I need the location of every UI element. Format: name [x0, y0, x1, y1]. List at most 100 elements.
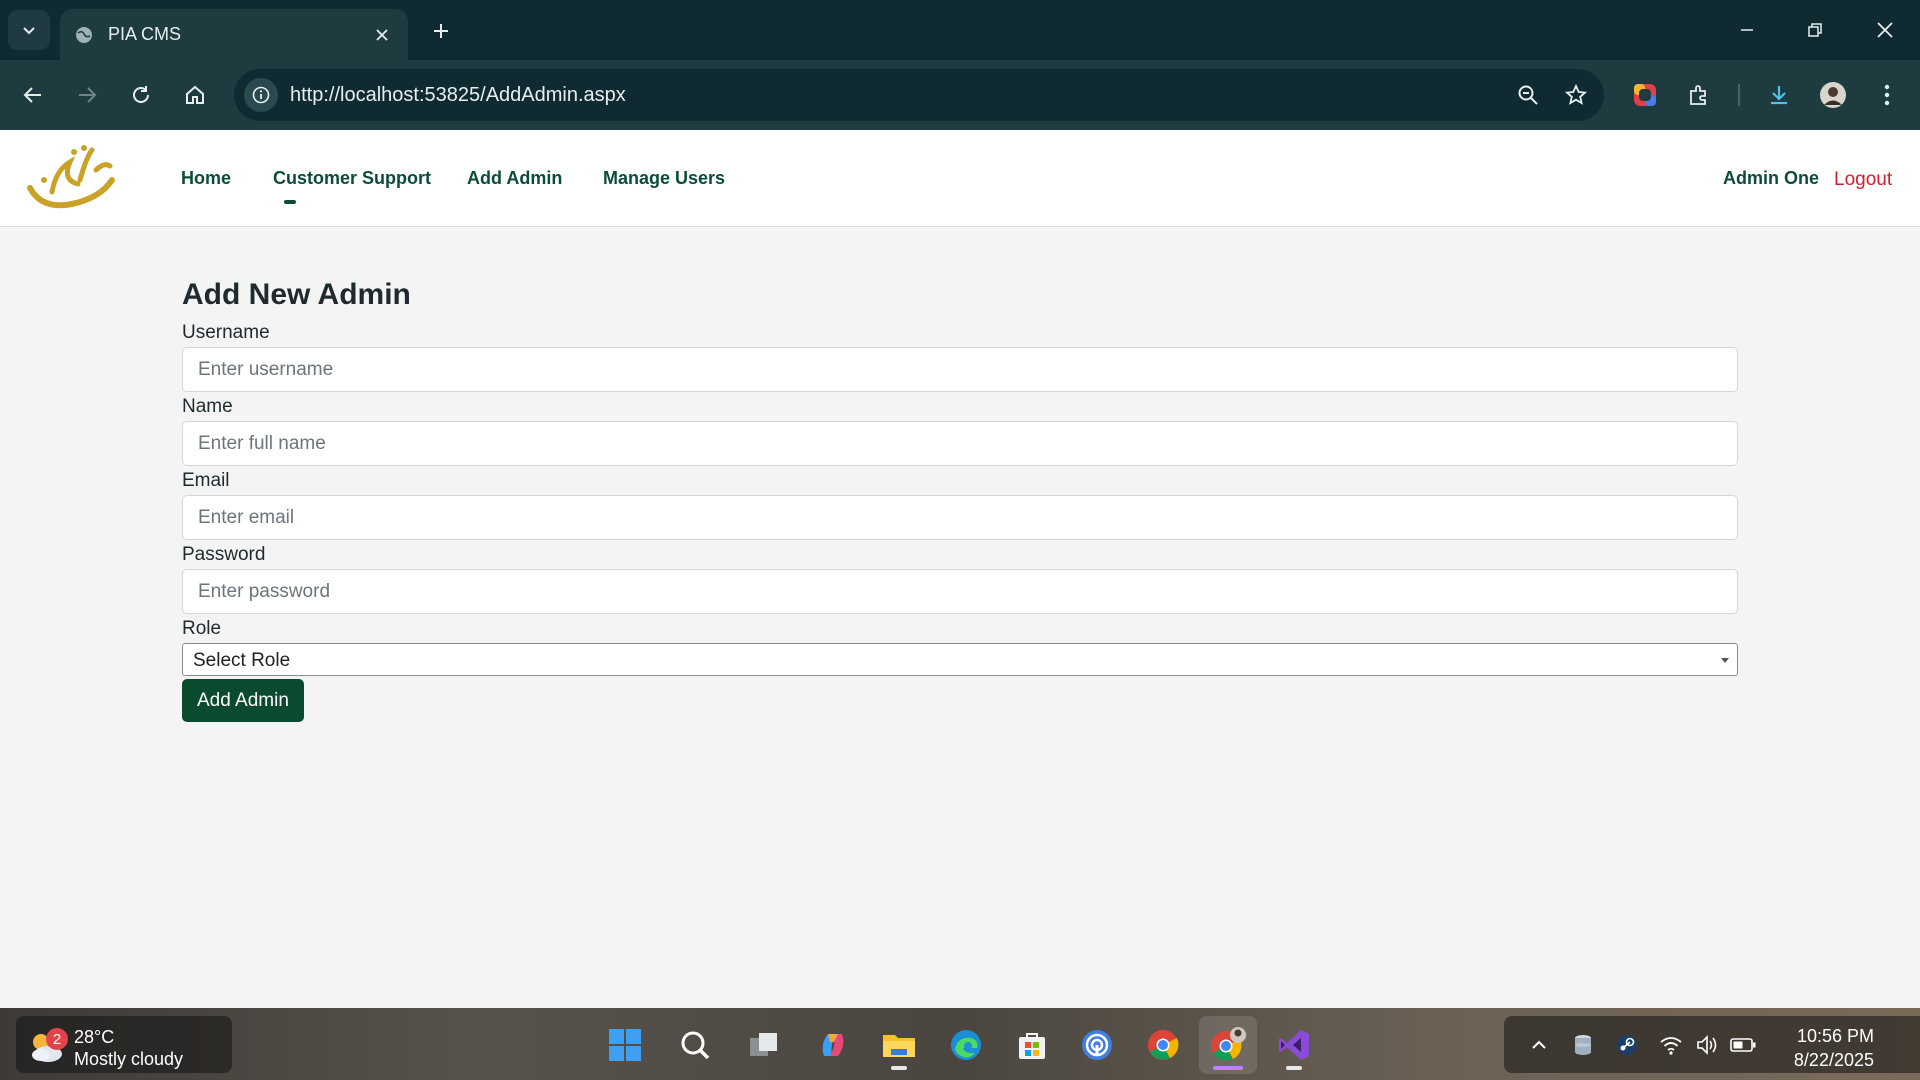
steam-tray-button[interactable]	[1614, 1032, 1640, 1058]
running-indicator	[891, 1066, 907, 1070]
battery-button[interactable]	[1730, 1032, 1756, 1058]
password-input[interactable]	[182, 569, 1738, 614]
username-label: Username	[182, 322, 270, 343]
site-navbar: Home Customer Support Add Admin Manage U…	[0, 130, 1920, 227]
restore-icon	[1808, 23, 1822, 37]
tab-title: PIA CMS	[108, 24, 182, 44]
system-tray: 10:56 PM 8/22/2025	[1504, 1016, 1920, 1073]
home-icon	[186, 85, 204, 104]
new-tab-button[interactable]	[426, 16, 456, 46]
browser-tab-active[interactable]: PIA CMS	[60, 9, 408, 60]
visual-studio-icon	[1279, 1030, 1309, 1060]
globe-icon	[76, 26, 92, 43]
copilot-button[interactable]	[804, 1016, 862, 1074]
home-button[interactable]	[176, 76, 214, 114]
downloads-button[interactable]	[1760, 76, 1798, 114]
close-tab-icon[interactable]	[370, 23, 394, 47]
nav-link-add-admin[interactable]: Add Admin	[467, 168, 562, 189]
weather-widget[interactable]: 2 28°C Mostly cloudy	[16, 1016, 232, 1073]
full-name-input[interactable]	[182, 421, 1738, 466]
current-user-name: Admin One	[1723, 168, 1820, 188]
profile-button[interactable]	[1814, 76, 1852, 114]
role-label: Role	[182, 618, 222, 639]
role-select-value: Select Role	[193, 650, 291, 671]
color-extension-button[interactable]	[1626, 76, 1664, 114]
volume-button[interactable]	[1694, 1032, 1720, 1058]
arrow-right-icon	[79, 87, 97, 103]
show-hidden-icons-button[interactable]	[1526, 1032, 1552, 1058]
active-app-indicator	[1213, 1066, 1243, 1070]
task-view-button[interactable]	[735, 1016, 793, 1074]
zoom-button[interactable]	[1508, 75, 1548, 115]
info-icon	[252, 86, 270, 104]
browser-tab-bar: PIA CMS	[0, 0, 1920, 60]
extensions-button[interactable]	[1680, 76, 1718, 114]
color-picker-extension-icon	[1634, 84, 1656, 106]
minimize-icon	[1741, 29, 1753, 31]
pia-logo[interactable]	[22, 140, 118, 216]
file-explorer-button[interactable]	[870, 1016, 928, 1074]
battery-icon	[1730, 1038, 1756, 1052]
store-icon	[1019, 1033, 1045, 1059]
windows-taskbar: 2 28°C Mostly cloudy 10:56 PM 8/22/2025	[0, 1008, 1920, 1080]
page-title: Add New Admin	[182, 278, 411, 311]
avatar-icon	[1820, 82, 1846, 108]
kebab-menu-icon	[1884, 84, 1890, 106]
close-window-button[interactable]	[1862, 12, 1908, 48]
back-button[interactable]	[14, 76, 52, 114]
address-bar[interactable]: http://localhost:53825/AddAdmin.aspx	[234, 69, 1604, 121]
toolbar-separator	[1738, 84, 1740, 106]
running-indicator	[1286, 1066, 1302, 1070]
reload-icon	[133, 86, 149, 103]
nav-link-customer-support[interactable]: Customer Support	[273, 168, 431, 189]
add-admin-button[interactable]: Add Admin	[182, 679, 304, 722]
clock-date[interactable]: 8/22/2025	[1794, 1050, 1874, 1071]
network-drive-button[interactable]	[1068, 1016, 1126, 1074]
puzzle-icon	[1690, 85, 1706, 105]
store-button[interactable]	[1003, 1016, 1061, 1074]
plus-icon	[434, 24, 448, 38]
browser-toolbar: http://localhost:53825/AddAdmin.aspx	[0, 60, 1920, 130]
file-explorer-icon	[883, 1035, 915, 1057]
chrome-button[interactable]	[1134, 1016, 1192, 1074]
minimize-button[interactable]	[1724, 12, 1770, 48]
reload-button[interactable]	[122, 76, 160, 114]
email-label: Email	[182, 470, 230, 491]
wifi-icon	[1660, 1037, 1682, 1055]
tab-search-button[interactable]	[8, 10, 50, 50]
email-input[interactable]	[182, 495, 1738, 540]
copilot-icon	[822, 1034, 844, 1056]
chevron-up-icon	[1532, 1040, 1546, 1049]
chevron-down-icon	[23, 27, 35, 35]
bookmark-button[interactable]	[1556, 75, 1596, 115]
forward-button[interactable]	[68, 76, 106, 114]
visual-studio-button[interactable]	[1265, 1016, 1323, 1074]
wifi-button[interactable]	[1658, 1032, 1684, 1058]
weather-description: Mostly cloudy	[74, 1049, 184, 1069]
restore-button[interactable]	[1792, 12, 1838, 48]
nav-link-manage-users[interactable]: Manage Users	[603, 168, 725, 189]
nav-link-home[interactable]: Home	[181, 168, 231, 189]
volume-icon	[1697, 1035, 1717, 1055]
notification-badge: 2	[46, 1028, 68, 1050]
menu-button[interactable]	[1868, 76, 1906, 114]
download-icon	[1771, 86, 1787, 105]
active-nav-indicator	[284, 200, 296, 204]
url-text[interactable]: http://localhost:53825/AddAdmin.aspx	[290, 84, 1508, 107]
steam-icon	[1617, 1035, 1637, 1055]
role-select[interactable]: Select Role	[182, 643, 1738, 676]
start-icon	[609, 1029, 641, 1061]
add-admin-form: Add New Admin Username Name Email Passwo…	[182, 272, 1738, 722]
search-button[interactable]	[666, 1016, 724, 1074]
zoom-out-icon	[1518, 85, 1538, 105]
star-icon	[1565, 84, 1587, 105]
site-info-button[interactable]	[244, 78, 278, 112]
clock-time[interactable]: 10:56 PM	[1797, 1026, 1874, 1047]
username-input[interactable]	[182, 347, 1738, 392]
password-label: Password	[182, 544, 266, 565]
chrome-profile-button[interactable]	[1199, 1016, 1257, 1074]
database-tray-button[interactable]	[1570, 1032, 1596, 1058]
edge-button[interactable]	[937, 1016, 995, 1074]
start-button[interactable]	[596, 1016, 654, 1074]
logout-link[interactable]: Logout	[1834, 169, 1892, 191]
